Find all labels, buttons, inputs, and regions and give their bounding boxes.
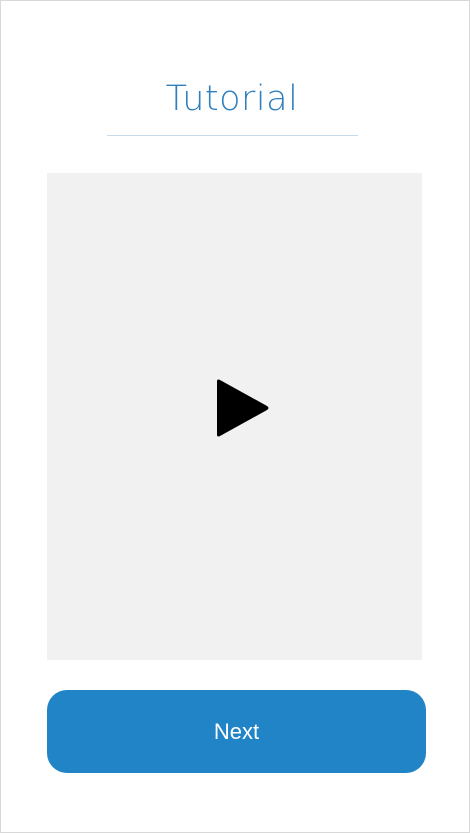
page-title: Tutorial xyxy=(165,79,299,119)
title-divider xyxy=(107,135,358,136)
next-button[interactable]: Next xyxy=(47,690,426,773)
play-icon[interactable] xyxy=(214,377,270,439)
video-player[interactable] xyxy=(47,173,422,660)
tutorial-screen: Tutorial Next xyxy=(0,0,470,833)
